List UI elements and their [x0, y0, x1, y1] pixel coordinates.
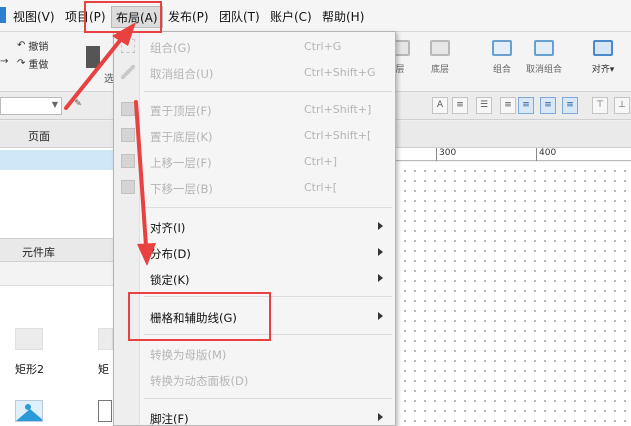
menu-publish[interactable]: 发布(P): [168, 8, 209, 25]
text-color-icon[interactable]: A: [432, 97, 448, 114]
undo-button[interactable]: ↶ 撤销: [17, 38, 48, 53]
menu-separator: [144, 398, 392, 399]
group-icon: [121, 39, 135, 53]
menu-item-bring-to-front[interactable]: 置于顶层(F) Ctrl+Shift+]: [114, 98, 395, 122]
redo-button[interactable]: ↷ 重做: [17, 56, 48, 71]
placeholder-widget-icon[interactable]: [98, 400, 112, 422]
bring-to-front-icon: [121, 102, 135, 116]
send-to-back-icon: [121, 128, 135, 142]
submenu-arrow-icon: [378, 248, 383, 256]
highlight-grid-and-guides: [128, 292, 271, 341]
send-backward-icon: [121, 180, 135, 194]
menu-item-ungroup[interactable]: 取消组合(U) Ctrl+Shift+G: [114, 61, 395, 85]
menu-separator: [144, 91, 392, 92]
undo-icon: ↶: [17, 40, 26, 51]
menu-item-group[interactable]: 组合(G) Ctrl+G: [114, 35, 395, 59]
menu-separator: [144, 207, 392, 208]
select-tool-icon[interactable]: [86, 46, 100, 68]
align-button[interactable]: 对齐▾: [578, 40, 628, 75]
mountain-icon: [16, 409, 42, 421]
bottom-layer-icon: [430, 40, 450, 56]
underline-icon[interactable]: ≡: [452, 97, 468, 114]
design-canvas[interactable]: [396, 162, 631, 426]
submenu-arrow-icon: [378, 274, 383, 282]
page-row-selected[interactable]: [0, 150, 113, 170]
ungroup-icon: [534, 40, 554, 56]
ungroup-button[interactable]: 取消组合: [514, 40, 574, 75]
submenu-arrow-icon: [378, 312, 383, 320]
pages-panel-title: 页面: [28, 130, 50, 143]
widgets-panel-title: 元件库: [22, 246, 55, 259]
widget-search-row[interactable]: [0, 262, 113, 286]
layout-dropdown-menu: 组合(G) Ctrl+G 取消组合(U) Ctrl+Shift+G 置于顶层(F…: [113, 31, 396, 426]
submenu-arrow-icon: [378, 413, 383, 421]
paint-icon[interactable]: ✎: [70, 97, 86, 114]
horizontal-ruler: 300 400: [396, 148, 631, 161]
align-right-icon[interactable]: ≡: [540, 97, 556, 114]
menu-item-send-backward[interactable]: 下移一层(B) Ctrl+[: [114, 176, 395, 200]
align-icon: [593, 40, 613, 56]
menu-item-bring-forward[interactable]: 上移一层(F) Ctrl+]: [114, 150, 395, 174]
rectangle-widget[interactable]: [98, 328, 113, 350]
align-left-icon[interactable]: ≡: [500, 97, 516, 114]
pages-list: [0, 148, 113, 238]
menu-item-align[interactable]: 对齐(I): [114, 215, 395, 239]
bottom-layer-button[interactable]: 底层: [410, 40, 470, 75]
widgets-panel-header: 元件库: [0, 238, 113, 262]
chevron-down-icon: ▼: [51, 100, 58, 109]
partial-arrow-icon: →: [0, 56, 9, 67]
menu-item-convert-to-master[interactable]: 转换为母版(M): [114, 342, 395, 366]
valign-middle-icon[interactable]: ⊥: [614, 97, 630, 114]
menu-team[interactable]: 团队(T): [219, 8, 260, 25]
font-select[interactable]: ▼: [0, 97, 62, 115]
ruler-tick: [436, 148, 437, 161]
rectangle2-widget[interactable]: [15, 328, 43, 350]
ruler-label: 300: [439, 148, 457, 158]
justify-icon[interactable]: ≡: [562, 97, 578, 114]
submenu-arrow-icon: [378, 222, 383, 230]
ungroup-icon: [121, 65, 135, 79]
highlight-layout-menu: [84, 1, 162, 33]
widgets-list: 矩形2 矩: [0, 286, 113, 426]
group-icon: [492, 40, 512, 56]
menu-item-footnote[interactable]: 脚注(F): [114, 406, 395, 426]
widget-label: 矩: [98, 363, 109, 376]
app-logo-icon: [0, 7, 6, 23]
align-center-icon[interactable]: ≡: [518, 97, 534, 114]
menu-view[interactable]: 视图(V): [13, 8, 55, 25]
pages-panel-header: 页面: [0, 121, 113, 148]
menu-item-distribute[interactable]: 分布(D): [114, 241, 395, 265]
redo-icon: ↷: [17, 58, 26, 69]
menu-help[interactable]: 帮助(H): [322, 8, 364, 25]
menu-item-convert-to-dynamic-panel[interactable]: 转换为动态面板(D): [114, 368, 395, 392]
bring-forward-icon: [121, 154, 135, 168]
canvas-tab-strip: [396, 121, 631, 148]
valign-top-icon[interactable]: ⊤: [592, 97, 608, 114]
image-widget-icon[interactable]: [15, 400, 43, 422]
ruler-tick: [536, 148, 537, 161]
ruler-label: 400: [539, 148, 557, 158]
menu-item-lock[interactable]: 锁定(K): [114, 267, 395, 291]
bullet-list-icon[interactable]: ☰: [476, 97, 492, 114]
menu-item-send-to-back[interactable]: 置于底层(K) Ctrl+Shift+[: [114, 124, 395, 148]
menu-account[interactable]: 账户(C): [270, 8, 312, 25]
widget-label: 矩形2: [15, 363, 44, 376]
